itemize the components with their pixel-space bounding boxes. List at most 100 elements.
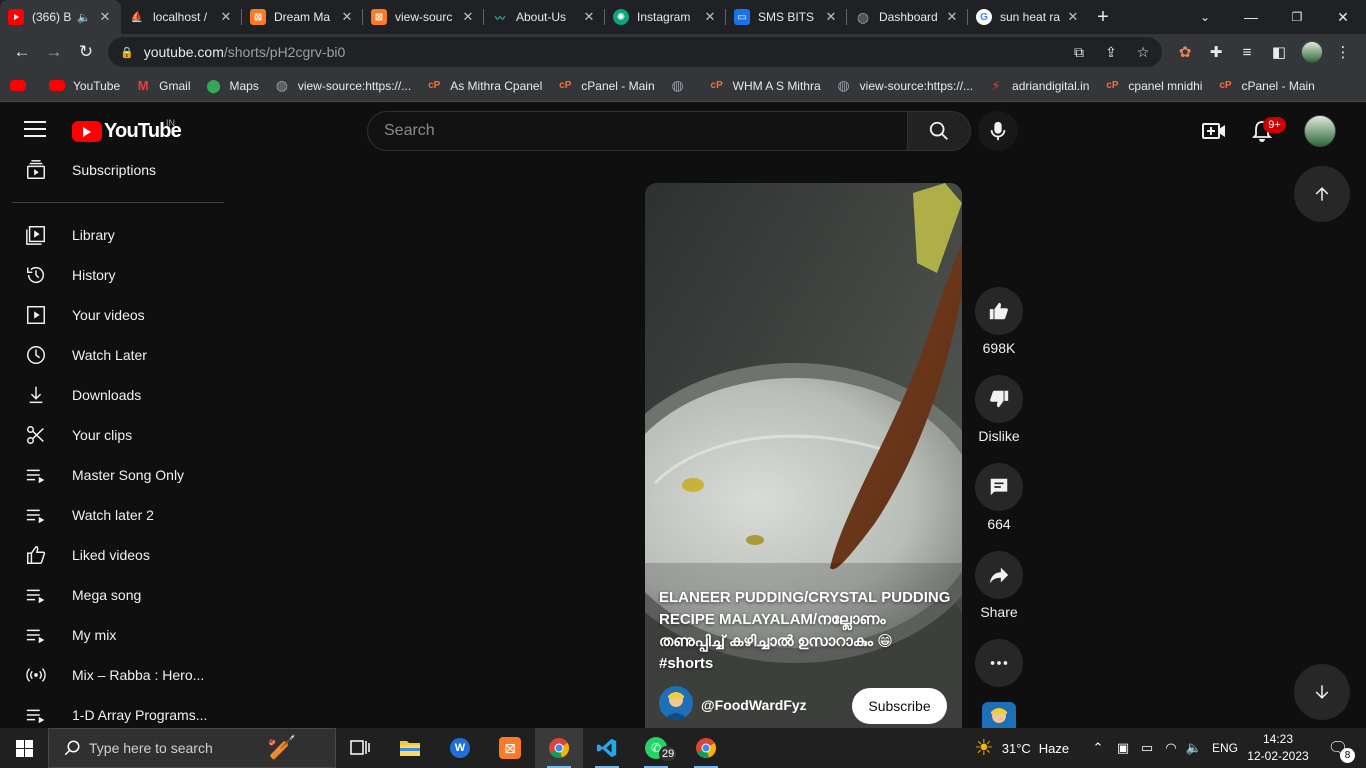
sidebar-item-your-clips[interactable]: Your clips: [12, 415, 224, 455]
speaker-icon[interactable]: 🔈: [77, 11, 91, 24]
whatsapp-button[interactable]: ✆ 29: [632, 728, 680, 768]
restore-button[interactable]: ❐: [1274, 0, 1320, 34]
close-tab-icon[interactable]: ✕: [823, 9, 839, 25]
volume-icon[interactable]: 🔈: [1183, 728, 1205, 768]
media-queue-icon[interactable]: ≡: [1232, 37, 1262, 67]
sound-source-avatar[interactable]: [982, 702, 1016, 728]
close-tab-icon[interactable]: ✕: [460, 9, 476, 25]
close-window-button[interactable]: ✕: [1320, 0, 1366, 34]
bookmark-view-source-2[interactable]: ◍ view-source:https://...: [836, 77, 973, 94]
bookmark-view-source-1[interactable]: ◍ view-source:https://...: [274, 77, 411, 94]
taskbar-search-input[interactable]: Type here to search 🏏: [48, 728, 336, 768]
back-button[interactable]: ←: [6, 36, 38, 68]
bookmark-maps[interactable]: ⬤ Maps: [206, 78, 259, 94]
channel-avatar[interactable]: [659, 686, 693, 720]
bookmark-adriandigital[interactable]: ⚡ adriandigital.in: [988, 78, 1089, 94]
bookmark-star-icon[interactable]: ☆: [1128, 37, 1158, 67]
chrome-button-second[interactable]: [682, 728, 730, 768]
bookmark-whm[interactable]: cP WHM A S Mithra: [709, 78, 821, 94]
extensions-puzzle-icon[interactable]: ✚: [1201, 37, 1231, 67]
minimize-button[interactable]: —: [1228, 0, 1274, 34]
comments-button[interactable]: [975, 463, 1023, 511]
cricket-doodle-icon[interactable]: 🏏: [267, 733, 297, 762]
account-avatar[interactable]: [1304, 115, 1336, 147]
side-panel-icon[interactable]: ◧: [1264, 37, 1294, 67]
sidebar-item-mega-song[interactable]: Mega song: [12, 575, 224, 615]
file-explorer-button[interactable]: [386, 728, 434, 768]
task-view-button[interactable]: [336, 728, 384, 768]
browser-tab-youtube[interactable]: (366) B 🔈 ✕: [0, 0, 121, 34]
browser-menu-icon[interactable]: ⋮: [1328, 37, 1358, 67]
sidebar-item-downloads[interactable]: Downloads: [12, 375, 224, 415]
bookmark-cpanel-mnidhi[interactable]: cP cpanel mnidhi: [1104, 78, 1202, 94]
bookmark-cpanel-main-1[interactable]: cP cPanel - Main: [557, 78, 655, 94]
hashtag-link[interactable]: #shorts: [659, 655, 713, 672]
action-center-button[interactable]: 🗨 8: [1318, 728, 1358, 768]
hamburger-menu-icon[interactable]: [24, 121, 46, 141]
bookmark-gmail[interactable]: M Gmail: [135, 78, 191, 94]
browser-tab-about-us[interactable]: 〰 About-Us ✕: [484, 0, 605, 34]
search-input[interactable]: Search: [367, 111, 908, 151]
input-language[interactable]: ENG: [1208, 728, 1242, 768]
sidebar-item-watch-later-2[interactable]: Watch later 2: [12, 495, 224, 535]
wps-office-button[interactable]: W: [436, 728, 484, 768]
close-tab-icon[interactable]: ✕: [702, 9, 718, 25]
system-clock[interactable]: 14:23 12-02-2023: [1246, 731, 1310, 765]
more-actions-button[interactable]: [975, 639, 1023, 687]
dislike-button[interactable]: [975, 375, 1023, 423]
youtube-logo[interactable]: YouTube IN: [72, 118, 182, 143]
channel-name[interactable]: @FoodWardFyz: [701, 697, 807, 713]
close-tab-icon[interactable]: ✕: [97, 9, 113, 25]
forward-button[interactable]: →: [38, 36, 70, 68]
next-short-button[interactable]: [1294, 664, 1350, 720]
vscode-button[interactable]: [583, 728, 631, 768]
close-tab-icon[interactable]: ✕: [339, 9, 355, 25]
sidebar-item-liked-videos[interactable]: Liked videos: [12, 535, 224, 575]
meet-now-icon[interactable]: ▣: [1112, 728, 1134, 768]
show-hidden-icons-chevron-icon[interactable]: ⌃: [1088, 728, 1108, 768]
share-button[interactable]: [975, 551, 1023, 599]
bookmark-globe[interactable]: ◍: [670, 77, 694, 94]
close-tab-icon[interactable]: ✕: [581, 9, 597, 25]
chrome-button-active[interactable]: [535, 728, 583, 768]
search-button[interactable]: [907, 111, 971, 151]
reload-button[interactable]: ↻: [70, 36, 102, 68]
cookie-extension-icon[interactable]: ✿: [1170, 37, 1200, 67]
sidebar-item-your-videos[interactable]: Your videos: [12, 295, 224, 335]
voice-search-button[interactable]: [978, 111, 1018, 151]
sidebar-item-history[interactable]: History: [12, 255, 224, 295]
close-tab-icon[interactable]: ✕: [1065, 9, 1081, 25]
close-tab-icon[interactable]: ✕: [218, 9, 234, 25]
battery-icon[interactable]: ▭: [1136, 728, 1158, 768]
browser-tab-google[interactable]: G sun heat ra ✕: [968, 0, 1089, 34]
subscribe-button[interactable]: Subscribe: [852, 688, 947, 724]
browser-tab-dashboard[interactable]: ◍ Dashboard ✕: [847, 0, 968, 34]
bookmark-youtube[interactable]: YouTube: [49, 79, 120, 93]
weather-widget[interactable]: ☀ 31°C Haze: [974, 728, 1069, 768]
sidebar-item-library[interactable]: Library: [12, 215, 224, 255]
profile-avatar[interactable]: [1297, 37, 1327, 67]
previous-short-button[interactable]: [1294, 166, 1350, 222]
address-bar[interactable]: 🔒 youtube.com/shorts/pH2cgrv-bi0 ⧉ ⇪ ☆: [108, 37, 1162, 67]
wifi-icon[interactable]: ◠: [1160, 728, 1182, 768]
share-page-icon[interactable]: ⇪: [1096, 37, 1126, 67]
open-in-app-icon[interactable]: ⧉: [1064, 37, 1094, 67]
browser-tab-sms-bits[interactable]: ▭ SMS BITS ✕: [726, 0, 847, 34]
sidebar-item-array-programs[interactable]: 1-D Array Programs...: [12, 695, 224, 728]
sidebar-item-subscriptions[interactable]: Subscriptions: [12, 159, 224, 190]
start-button[interactable]: [0, 728, 48, 768]
xampp-button[interactable]: ⊠: [486, 728, 534, 768]
browser-tab-localhost[interactable]: ⛵ localhost / ✕: [121, 0, 242, 34]
bookmark-as-mithra-cpanel[interactable]: cP As Mithra Cpanel: [426, 78, 542, 94]
like-button[interactable]: [975, 287, 1023, 335]
sidebar-item-mix-rabba[interactable]: Mix – Rabba : Hero...: [12, 655, 224, 695]
short-video-player[interactable]: ELANEER PUDDING/CRYSTAL PUDDING RECIPE M…: [645, 183, 962, 728]
create-video-button[interactable]: [1198, 115, 1230, 147]
sidebar-item-my-mix[interactable]: My mix: [12, 615, 224, 655]
new-tab-button[interactable]: +: [1089, 6, 1117, 29]
bookmark-youtube-icon[interactable]: [10, 80, 34, 91]
browser-tab-view-source[interactable]: ⊠ view-sourc ✕: [363, 0, 484, 34]
lock-icon[interactable]: 🔒: [120, 46, 134, 59]
close-tab-icon[interactable]: ✕: [944, 9, 960, 25]
bookmark-cpanel-main-2[interactable]: cP cPanel - Main: [1217, 78, 1315, 94]
